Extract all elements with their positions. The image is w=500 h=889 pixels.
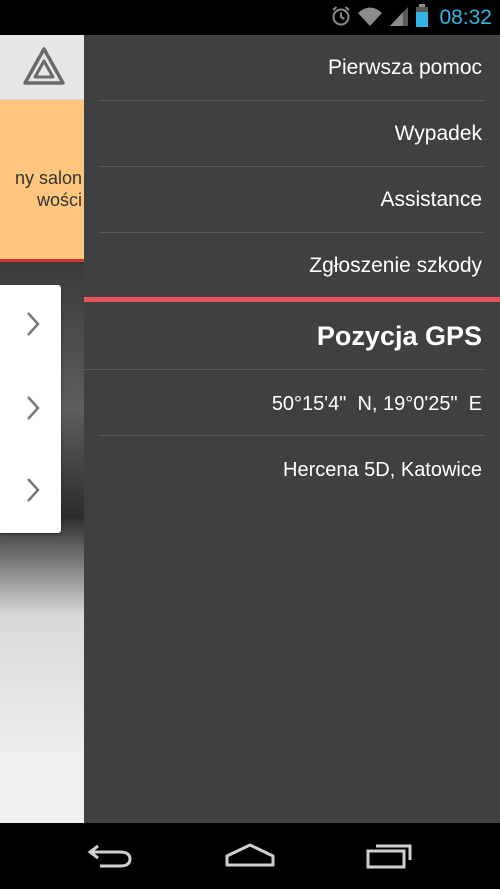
card-row[interactable] <box>0 451 61 533</box>
warning-triangle-logo-icon[interactable] <box>22 46 66 86</box>
background-app-header <box>0 35 84 100</box>
divider <box>84 369 484 370</box>
navigation-drawer: Pierwsza pomoc Wypadek Assistance Zgłosz… <box>84 35 500 823</box>
back-button[interactable] <box>80 837 140 877</box>
promo-banner[interactable]: ny salon wości <box>0 100 84 262</box>
card-row[interactable] <box>0 369 61 451</box>
menu-item-claim-report[interactable]: Zgłoszenie szkody <box>84 233 500 299</box>
menu-item-label: Wypadek <box>394 122 482 145</box>
promo-banner-text: ny salon wości <box>14 168 82 210</box>
recent-apps-icon <box>365 840 415 875</box>
gps-section-title: Pozycja GPS <box>316 321 482 351</box>
menu-item-label: Pierwsza pomoc <box>327 56 482 79</box>
system-nav-bar <box>0 823 500 889</box>
back-icon <box>86 840 134 875</box>
background-card <box>0 285 61 533</box>
alarm-icon <box>331 5 351 32</box>
recent-apps-button[interactable] <box>360 837 420 877</box>
gps-coordinates: 50°15'4" N, 19°0'25" E <box>271 393 482 415</box>
background-lower-area <box>0 752 84 823</box>
wifi-icon <box>357 5 383 32</box>
menu-item-label: Assistance <box>380 188 482 211</box>
signal-icon <box>389 5 409 32</box>
home-icon <box>224 840 276 875</box>
gps-address: Hercena 5D, Katowice <box>283 459 482 481</box>
menu-item-accident[interactable]: Wypadek <box>84 101 500 167</box>
menu-item-label: Zgłoszenie szkody <box>309 254 482 277</box>
clock: 08:32 <box>439 6 492 29</box>
screen: 08:32 ny salon wości Pierwsza pomoc Wypa… <box>0 0 500 889</box>
status-bar: 08:32 <box>0 0 500 35</box>
menu-item-first-aid[interactable]: Pierwsza pomoc <box>84 35 500 101</box>
divider <box>99 435 484 436</box>
battery-icon <box>415 3 429 33</box>
status-icons: 08:32 <box>331 3 492 33</box>
card-row[interactable] <box>0 285 61 367</box>
background-app: ny salon wości <box>0 35 84 823</box>
home-button[interactable] <box>220 837 280 877</box>
menu-item-assistance[interactable]: Assistance <box>84 167 500 233</box>
